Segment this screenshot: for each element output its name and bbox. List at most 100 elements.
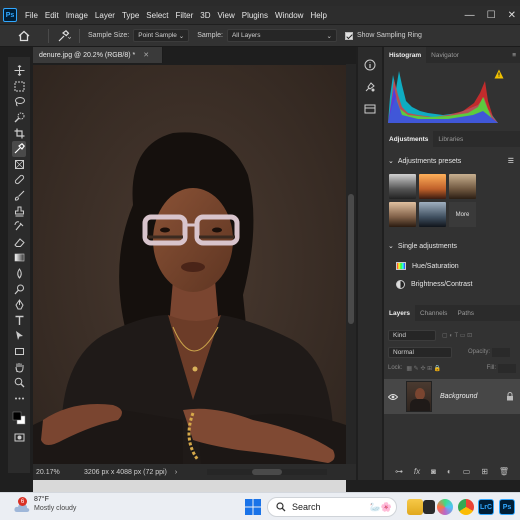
layer-kind-filter[interactable]: Kind <box>388 329 436 341</box>
eraser-tool-icon[interactable] <box>12 235 26 251</box>
windows-start-icon[interactable] <box>245 499 261 515</box>
layer-row-background[interactable]: Background <box>384 379 520 414</box>
add-mask-icon[interactable]: ◙ <box>431 467 436 476</box>
tab-channels[interactable]: Channels <box>415 305 452 321</box>
menu-view[interactable]: View <box>218 11 235 20</box>
pen-tool-icon[interactable] <box>12 297 26 313</box>
vertical-scrollbar[interactable] <box>346 64 356 464</box>
chevron-right-icon[interactable]: › <box>175 469 177 476</box>
menu-plugins[interactable]: Plugins <box>242 11 268 20</box>
scrollbar-thumb[interactable] <box>252 469 283 475</box>
adjustment-brightness-contrast[interactable]: Brightness/Contrast <box>384 275 520 293</box>
opacity-field[interactable] <box>492 347 511 357</box>
menu-image[interactable]: Image <box>66 11 88 20</box>
tab-libraries[interactable]: Libraries <box>433 131 468 147</box>
tab-layers[interactable]: Layers <box>384 305 415 321</box>
scrollbar-thumb[interactable] <box>348 194 354 324</box>
menu-type[interactable]: Type <box>122 11 139 20</box>
menu-filter[interactable]: Filter <box>176 11 194 20</box>
image-canvas[interactable] <box>33 65 346 511</box>
path-selection-tool-icon[interactable] <box>12 328 26 344</box>
terminal-icon[interactable] <box>423 500 435 514</box>
history-brush-tool-icon[interactable] <box>12 219 26 235</box>
taskbar-search[interactable]: Search 🦢🌸 <box>267 497 397 517</box>
gradient-tool-icon[interactable] <box>12 250 26 266</box>
tab-paths[interactable]: Paths <box>452 305 479 321</box>
brush-tool-icon[interactable] <box>12 188 26 204</box>
zoom-level[interactable]: 20.17% <box>36 469 76 476</box>
eyedropper-tool-preset-icon[interactable] <box>57 29 71 42</box>
close-icon[interactable]: ✕ <box>508 10 516 21</box>
tab-histogram[interactable]: Histogram <box>384 47 427 63</box>
quick-selection-tool-icon[interactable] <box>12 110 26 126</box>
photoshop-taskbar-icon[interactable]: Ps <box>499 499 515 515</box>
show-sampling-ring-checkbox[interactable] <box>344 31 353 40</box>
blur-tool-icon[interactable] <box>12 266 26 282</box>
adjustment-hue-saturation[interactable]: Hue/Saturation <box>384 257 520 275</box>
preset-thumbnail[interactable] <box>419 202 446 227</box>
new-layer-icon[interactable]: ⊞ <box>481 467 488 476</box>
sample-dropdown[interactable]: All Layers ⌄ <box>226 29 337 42</box>
new-group-icon[interactable]: ▭ <box>463 467 471 476</box>
menu-edit[interactable]: Edit <box>45 11 59 20</box>
properties-icon[interactable] <box>364 81 376 93</box>
rectangle-tool-icon[interactable] <box>12 344 26 360</box>
copilot-icon[interactable] <box>437 499 453 515</box>
quick-mask-icon[interactable] <box>12 430 26 446</box>
delete-layer-icon[interactable]: 🗑 <box>499 467 509 476</box>
horizontal-scrollbar[interactable] <box>207 469 328 475</box>
filter-icons[interactable]: ▢ ◐ T ▭ ⊡ <box>442 332 472 339</box>
adjustments-presets-header[interactable]: ⌄ Adjustments presets ☰ <box>384 154 520 168</box>
type-tool-icon[interactable] <box>12 313 26 329</box>
frame-tool-icon[interactable] <box>12 157 26 173</box>
document-tab[interactable]: denure.jpg @ 20.2% (RGB/8) * ✕ <box>33 47 163 63</box>
menu-window[interactable]: Window <box>275 11 303 20</box>
libraries-icon[interactable] <box>364 103 376 115</box>
menu-select[interactable]: Select <box>146 11 168 20</box>
lasso-tool-icon[interactable] <box>12 94 26 110</box>
move-tool-icon[interactable] <box>12 63 26 79</box>
tab-adjustments[interactable]: Adjustments <box>384 131 434 147</box>
fx-icon[interactable]: fx <box>414 467 420 476</box>
marquee-tool-icon[interactable] <box>12 79 26 95</box>
adjustment-layer-icon[interactable]: ◐ <box>447 467 452 476</box>
clone-stamp-tool-icon[interactable] <box>12 203 26 219</box>
layer-name[interactable]: Background <box>440 393 477 400</box>
blend-mode-dropdown[interactable]: Normal <box>388 346 452 358</box>
dodge-tool-icon[interactable] <box>12 281 26 297</box>
list-view-icon[interactable]: ☰ <box>508 157 514 165</box>
sample-size-dropdown[interactable]: Point Sample ⌄ <box>133 29 190 42</box>
menu-help[interactable]: Help <box>310 11 326 20</box>
menu-layer[interactable]: Layer <box>95 11 115 20</box>
healing-brush-tool-icon[interactable] <box>12 172 26 188</box>
chrome-icon[interactable] <box>458 499 474 515</box>
preset-thumbnail[interactable] <box>449 174 476 199</box>
lightroom-classic-icon[interactable]: LrC <box>478 499 494 515</box>
weather-widget[interactable]: 6 87°F Mostly cloudy <box>14 495 76 513</box>
eye-visibility-icon[interactable] <box>388 393 398 401</box>
tab-navigator[interactable]: Navigator <box>426 47 464 63</box>
menu-3d[interactable]: 3D <box>200 11 210 20</box>
crop-tool-icon[interactable] <box>12 125 26 141</box>
menu-file[interactable]: File <box>25 11 38 20</box>
more-presets-button[interactable]: More <box>449 202 476 227</box>
maximize-icon[interactable]: ☐ <box>487 10 496 21</box>
link-layers-icon[interactable]: ⊶ <box>395 467 403 476</box>
lock-options-icons[interactable]: ▦ ✎ ✣ ⊞ 🔒 <box>406 365 441 372</box>
eyedropper-tool-icon[interactable] <box>12 140 26 157</box>
edit-toolbar-icon[interactable] <box>12 390 26 406</box>
panel-menu-icon[interactable]: ≡ <box>512 52 516 59</box>
preset-thumbnail[interactable] <box>419 174 446 199</box>
info-icon[interactable] <box>364 59 376 71</box>
file-explorer-icon[interactable] <box>407 499 423 515</box>
hand-tool-icon[interactable] <box>12 359 26 375</box>
warning-icon[interactable] <box>494 69 504 79</box>
zoom-tool-icon[interactable] <box>12 375 26 391</box>
preset-thumbnail[interactable] <box>389 202 416 227</box>
minimize-icon[interactable]: — <box>465 10 475 21</box>
single-adjustments-header[interactable]: ⌄ Single adjustments <box>384 239 520 253</box>
close-icon[interactable]: ✕ <box>143 51 149 59</box>
color-swatches-icon[interactable] <box>12 406 26 430</box>
fill-field[interactable] <box>498 363 516 373</box>
home-icon[interactable] <box>18 30 30 42</box>
